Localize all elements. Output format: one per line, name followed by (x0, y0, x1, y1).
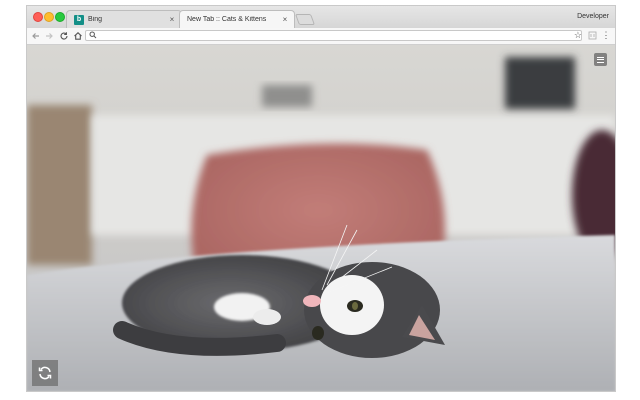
address-bar[interactable]: ☆ (85, 30, 582, 41)
search-icon (89, 31, 97, 41)
tab-title: New Tab :: Cats & Kittens (187, 16, 267, 23)
tab-title: Bing (88, 16, 103, 23)
tab-strip: b Bing × New Tab :: Cats & Kittens × Dev… (27, 6, 615, 28)
bing-favicon-icon: b (74, 14, 84, 25)
refresh-icon (38, 366, 52, 380)
maximize-window-button[interactable] (55, 12, 65, 22)
new-tab-page (27, 45, 615, 391)
reload-icon[interactable] (58, 30, 69, 41)
extension-icon[interactable] (588, 31, 597, 40)
tab-close-icon[interactable]: × (167, 15, 177, 24)
cat-photo (27, 45, 615, 391)
tab-close-icon[interactable]: × (280, 15, 290, 24)
forward-arrow-icon[interactable] (43, 30, 54, 41)
profile-name[interactable]: Developer (577, 13, 609, 20)
browser-toolbar: ☆ ⋮ (27, 28, 615, 45)
tab-bing[interactable]: b Bing × (66, 10, 182, 28)
tab-new-tab[interactable]: New Tab :: Cats & Kittens × (179, 10, 295, 28)
back-arrow-icon[interactable] (30, 30, 41, 41)
new-tab-button[interactable] (294, 14, 316, 25)
hamburger-menu-icon[interactable] (594, 53, 607, 66)
home-icon[interactable] (72, 30, 83, 41)
minimize-window-button[interactable] (44, 12, 54, 22)
refresh-background-button[interactable] (32, 360, 58, 386)
close-window-button[interactable] (33, 12, 43, 22)
bookmark-star-icon[interactable]: ☆ (574, 30, 582, 41)
kebab-menu-icon[interactable]: ⋮ (602, 29, 611, 42)
browser-window: b Bing × New Tab :: Cats & Kittens × Dev… (27, 6, 615, 391)
